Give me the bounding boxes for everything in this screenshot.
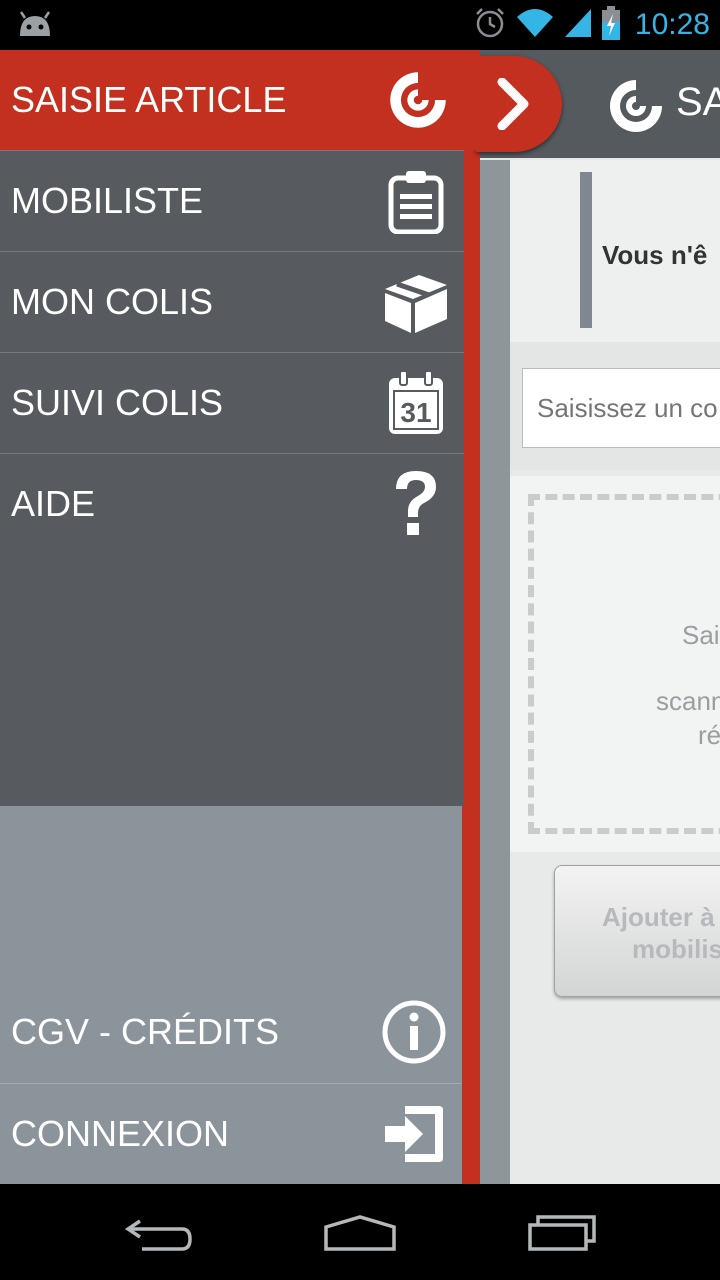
logo-swirl-icon <box>382 64 454 136</box>
menu-item-label: AIDE <box>11 483 96 524</box>
drawer-bottom-menu: CGV - CRÉDITS CONNEXION <box>0 806 462 1184</box>
chevron-right-icon <box>497 78 529 130</box>
android-icon <box>16 10 54 43</box>
alarm-icon <box>473 6 507 45</box>
app-left-strip <box>480 160 510 1184</box>
menu-item-label: SUIVI COLIS <box>11 382 224 423</box>
drawer-menu: SAISIE ARTICLE MOBILISTE MON COLIS SUIVI… <box>0 50 480 806</box>
menu-item-mon-colis[interactable]: MON COLIS <box>0 251 464 351</box>
menu-item-label: CONNEXION <box>11 1113 230 1154</box>
article-code-input[interactable] <box>522 368 720 448</box>
app-title: SA <box>676 80 720 124</box>
notice-accent-bar <box>580 172 592 328</box>
scan-zone-text-1: Sai <box>682 620 720 650</box>
menu-item-suivi-colis[interactable]: SUIVI COLIS 31 <box>0 352 464 452</box>
status-time: 10:28 <box>634 8 710 41</box>
back-icon[interactable] <box>114 1208 204 1258</box>
notice-text: Vous n'ê <box>602 240 708 270</box>
home-icon[interactable] <box>315 1208 405 1258</box>
app-content: SA Vous n'ê Sai scann ré Ajouter à mobil… <box>480 50 720 1184</box>
menu-item-aide[interactable]: AIDE <box>0 453 464 553</box>
info-icon <box>378 996 450 1068</box>
menu-item-saisie-article[interactable]: SAISIE ARTICLE <box>0 50 480 150</box>
signal-icon <box>563 7 593 44</box>
recent-apps-icon[interactable] <box>517 1208 607 1258</box>
logo-swirl-icon <box>606 76 666 141</box>
login-arrow-icon <box>378 1098 450 1170</box>
menu-item-connexion[interactable]: CONNEXION <box>0 1083 462 1183</box>
article-code-field[interactable] <box>523 369 720 447</box>
add-button-label-1: Ajouter à <box>602 902 715 932</box>
clipboard-icon <box>380 165 452 237</box>
calendar-day-text: 31 <box>400 397 431 428</box>
menu-item-label: SAISIE ARTICLE <box>11 79 287 120</box>
question-mark-icon <box>380 468 452 540</box>
menu-item-label: MOBILISTE <box>11 180 204 221</box>
add-button-label-2: mobilis <box>632 934 720 964</box>
menu-item-label: CGV - CRÉDITS <box>11 1011 280 1052</box>
menu-item-cgv-credits[interactable]: CGV - CRÉDITS <box>0 982 462 1082</box>
navigation-bar <box>0 1184 720 1280</box>
navigation-drawer: SAISIE ARTICLE MOBILISTE MON COLIS SUIVI… <box>0 50 480 1184</box>
status-bar: 10:28 <box>0 0 720 50</box>
calendar-icon: 31 <box>380 367 452 439</box>
menu-item-label: MON COLIS <box>11 281 214 322</box>
battery-charging-icon <box>601 5 621 45</box>
package-box-icon <box>380 266 452 338</box>
scan-zone-text-2: scann <box>656 686 720 716</box>
scan-zone[interactable] <box>528 494 720 834</box>
menu-item-mobiliste[interactable]: MOBILISTE <box>0 150 464 250</box>
wifi-icon <box>515 7 555 44</box>
scan-zone-text-3: ré <box>698 720 720 750</box>
